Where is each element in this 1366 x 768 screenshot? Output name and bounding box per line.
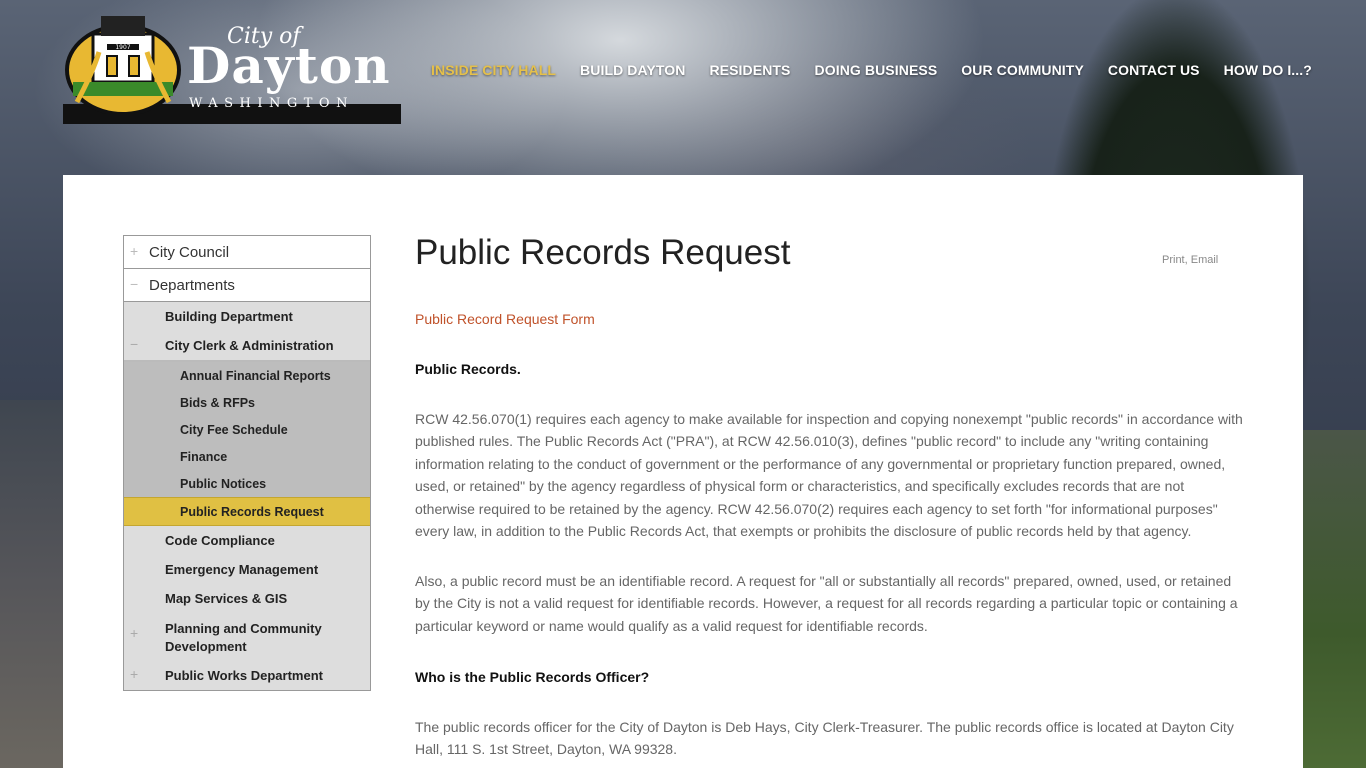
sidebar-item-finance[interactable]: Finance bbox=[124, 443, 370, 470]
page-title: Public Records Request bbox=[415, 233, 791, 272]
sidebar-item-departments[interactable]: − Departments bbox=[124, 269, 370, 302]
sidebar-item-label: Annual Financial Reports bbox=[180, 369, 331, 383]
public-record-request-form-link[interactable]: Public Record Request Form bbox=[415, 311, 595, 327]
expand-icon[interactable]: + bbox=[130, 243, 138, 259]
sidebar-item-label: Map Services & GIS bbox=[165, 591, 288, 606]
sidebar-item-city-fee-schedule[interactable]: City Fee Schedule bbox=[124, 416, 370, 443]
main-nav: INSIDE CITY HALL BUILD DAYTON RESIDENTS … bbox=[431, 62, 1312, 78]
expand-icon[interactable]: + bbox=[130, 666, 138, 682]
nav-residents[interactable]: RESIDENTS bbox=[709, 62, 790, 78]
heading-public-records: Public Records. bbox=[415, 361, 521, 377]
sidebar-item-planning-community-development[interactable]: + Planning and Community Development bbox=[124, 613, 370, 661]
sidebar-item-label: Departments bbox=[149, 277, 235, 294]
background-lawn bbox=[1303, 430, 1366, 768]
collapse-icon[interactable]: − bbox=[130, 336, 138, 352]
sidebar-item-label: Emergency Management bbox=[165, 562, 319, 577]
nav-how-do-i[interactable]: HOW DO I...? bbox=[1224, 62, 1312, 78]
sidebar-item-label: Planning and Community Development bbox=[165, 621, 322, 654]
sidebar-item-label: Finance bbox=[180, 450, 228, 464]
seal-year: 1907 bbox=[115, 44, 130, 51]
print-email-link[interactable]: Print, Email bbox=[1162, 254, 1218, 266]
sidebar-item-annual-financial-reports[interactable]: Annual Financial Reports bbox=[124, 362, 370, 389]
sidebar-item-public-records-request[interactable]: Public Records Request bbox=[124, 497, 370, 526]
sidebar-item-label: Public Notices bbox=[180, 477, 267, 491]
heading-records-officer: Who is the Public Records Officer? bbox=[415, 669, 650, 685]
sidebar-item-code-compliance[interactable]: Code Compliance bbox=[124, 526, 370, 555]
sidebar-item-bids-rfps[interactable]: Bids & RFPs bbox=[124, 389, 370, 416]
logo-city-name: Dayton bbox=[187, 36, 391, 95]
sidebar-item-label: Public Works Department bbox=[165, 668, 323, 683]
site-logo[interactable]: 1907 City of Dayton WASHINGTON bbox=[63, 12, 403, 124]
sidebar-item-label: Public Records Request bbox=[180, 505, 324, 519]
sidebar-item-label: Bids & RFPs bbox=[180, 396, 256, 410]
paragraph-records-officer: The public records officer for the City … bbox=[415, 719, 1234, 758]
sidebar-item-public-works-department[interactable]: + Public Works Department bbox=[124, 661, 370, 690]
nav-doing-business[interactable]: DOING BUSINESS bbox=[815, 62, 938, 78]
city-seal-icon: 1907 bbox=[65, 16, 181, 114]
nav-build-dayton[interactable]: BUILD DAYTON bbox=[580, 62, 685, 78]
collapse-icon[interactable]: − bbox=[130, 276, 138, 292]
sidebar-submenu-city-clerk: Annual Financial Reports Bids & RFPs Cit… bbox=[124, 362, 370, 526]
sidebar-item-label: City Fee Schedule bbox=[180, 423, 288, 437]
nav-contact-us[interactable]: CONTACT US bbox=[1108, 62, 1200, 78]
paragraph-rcw: RCW 42.56.070(1) requires each agency to… bbox=[415, 411, 1243, 540]
sidebar-item-emergency-management[interactable]: Emergency Management bbox=[124, 555, 370, 584]
nav-inside-city-hall[interactable]: INSIDE CITY HALL bbox=[431, 62, 556, 78]
content-panel: + City Council − Departments Building De… bbox=[63, 175, 1303, 768]
nav-our-community[interactable]: OUR COMMUNITY bbox=[961, 62, 1084, 78]
background-street bbox=[0, 400, 63, 768]
paragraph-identifiable-record: Also, a public record must be an identif… bbox=[415, 573, 1238, 634]
sidebar-menu: + City Council − Departments Building De… bbox=[123, 235, 371, 691]
expand-icon[interactable]: + bbox=[130, 625, 138, 641]
sidebar-item-label: Building Department bbox=[165, 309, 293, 324]
sidebar-item-map-services-gis[interactable]: Map Services & GIS bbox=[124, 584, 370, 613]
sidebar-item-label: City Clerk & Administration bbox=[165, 338, 334, 353]
sidebar-item-public-notices[interactable]: Public Notices bbox=[124, 470, 370, 497]
sidebar-item-building-department[interactable]: Building Department bbox=[124, 302, 370, 331]
sidebar-item-city-clerk[interactable]: − City Clerk & Administration bbox=[124, 331, 370, 362]
sidebar-item-city-council[interactable]: + City Council bbox=[124, 236, 370, 269]
sidebar-item-label: City Council bbox=[149, 244, 230, 261]
logo-state: WASHINGTON bbox=[189, 96, 354, 111]
sidebar-item-label: Code Compliance bbox=[165, 533, 275, 548]
